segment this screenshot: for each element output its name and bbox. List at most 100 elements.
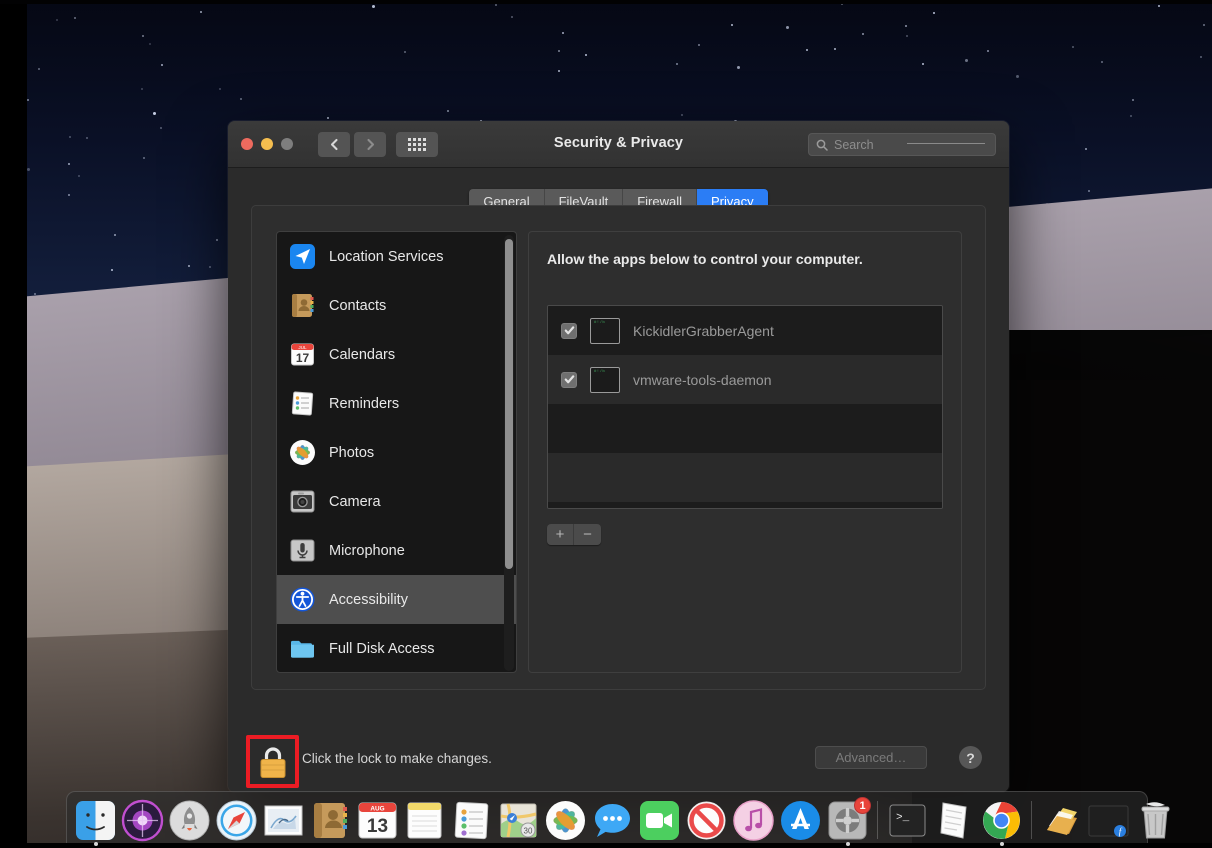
app-row[interactable]: #!/bvmware-tools-daemon xyxy=(548,355,942,404)
sidebar-item-label: Microphone xyxy=(329,543,405,559)
add-app-button[interactable]: + xyxy=(547,524,574,545)
dock-item-itunes[interactable] xyxy=(731,798,776,843)
dock-item-trash[interactable] xyxy=(1133,798,1178,843)
star xyxy=(1132,99,1134,101)
dock-item-launchpad[interactable] xyxy=(167,798,212,843)
star xyxy=(69,136,71,138)
star xyxy=(447,110,449,112)
sidebar-item-label: Location Services xyxy=(329,249,443,265)
star xyxy=(558,50,560,52)
dock-item-contacts[interactable] xyxy=(308,798,353,843)
star xyxy=(68,163,70,165)
star xyxy=(327,117,329,119)
star xyxy=(240,98,242,100)
app-icon-text: #!/b xyxy=(594,321,619,326)
dock-item-photos[interactable] xyxy=(543,798,588,843)
star xyxy=(143,157,145,159)
app-name: vmware-tools-daemon xyxy=(633,372,772,388)
sidebar-item-reminders[interactable]: Reminders xyxy=(277,379,516,428)
lock-button[interactable] xyxy=(256,744,290,780)
sidebar-item-label: Calendars xyxy=(329,347,395,363)
app-row-empty xyxy=(548,502,942,509)
sidebar-item-contacts[interactable]: Contacts xyxy=(277,281,516,330)
full-disk-access-icon xyxy=(289,635,316,662)
dock-item-facetime[interactable] xyxy=(637,798,682,843)
privacy-category-sidebar[interactable]: Location Services Contacts JUL 17Calenda… xyxy=(276,231,517,673)
star xyxy=(681,114,683,116)
dock-item-mail[interactable] xyxy=(261,798,306,843)
sidebar-item-photos[interactable]: Photos xyxy=(277,428,516,477)
star xyxy=(965,59,968,62)
sidebar-item-full-disk-access[interactable]: Full Disk Access xyxy=(277,624,516,673)
dock-item-messages[interactable] xyxy=(590,798,635,843)
accessibility-detail-pane: Allow the apps below to control your com… xyxy=(528,231,962,673)
sidebar-item-label: Camera xyxy=(329,494,381,510)
sidebar-item-label: Photos xyxy=(329,445,374,461)
star xyxy=(372,5,375,8)
star xyxy=(74,17,76,19)
contacts-icon xyxy=(289,292,316,319)
allowed-apps-list[interactable]: #!/bKickidlerGrabberAgent#!/bvmware-tool… xyxy=(547,305,943,509)
search-input[interactable] xyxy=(834,138,995,152)
star xyxy=(404,51,406,53)
star xyxy=(1200,56,1202,58)
app-row-empty xyxy=(548,453,942,502)
dock-item-reminders[interactable] xyxy=(449,798,494,843)
window-titlebar[interactable]: Security & Privacy xyxy=(228,121,1009,168)
advanced-button[interactable]: Advanced… xyxy=(815,746,927,769)
dock-item-siri[interactable] xyxy=(120,798,165,843)
star xyxy=(698,44,700,46)
dock-item-app-store[interactable] xyxy=(778,798,823,843)
screen-top-bezel xyxy=(0,0,1212,4)
star xyxy=(1130,115,1132,117)
dock-item-finder[interactable] xyxy=(73,798,118,843)
dock-item-downloads-folder[interactable] xyxy=(1039,798,1084,843)
sidebar-item-label: Full Disk Access xyxy=(329,641,435,657)
star xyxy=(933,12,935,14)
camera-icon xyxy=(289,488,316,515)
dock-item-google-chrome[interactable] xyxy=(979,798,1024,843)
star xyxy=(987,50,989,52)
dock-item-safari[interactable] xyxy=(214,798,259,843)
window-footer: Click the lock to make changes. Advanced… xyxy=(228,721,1009,791)
star xyxy=(511,16,513,18)
dock-item-calendar[interactable]: AUG 13 xyxy=(355,798,400,843)
sidebar-item-location-services[interactable]: Location Services xyxy=(277,232,516,281)
star xyxy=(149,43,151,45)
star xyxy=(216,239,218,241)
dock-item-maps[interactable]: 30 xyxy=(496,798,541,843)
star xyxy=(905,25,907,27)
app-row[interactable]: #!/bKickidlerGrabberAgent xyxy=(548,306,942,355)
search-field[interactable] xyxy=(808,133,996,156)
app-checkbox[interactable] xyxy=(561,323,577,339)
sidebar-item-label: Contacts xyxy=(329,298,386,314)
security-privacy-window: Security & Privacy GeneralFileVaultFirew… xyxy=(228,121,1009,792)
dock-separator xyxy=(877,801,878,839)
dock-item-system-preferences[interactable]: 1 xyxy=(825,798,870,843)
star xyxy=(111,269,113,271)
star xyxy=(1101,61,1103,63)
remove-app-button[interactable]: − xyxy=(574,524,601,545)
star xyxy=(737,66,740,69)
dock-item-notes[interactable] xyxy=(402,798,447,843)
lock-hint-text: Click the lock to make changes. xyxy=(302,751,492,766)
svg-text:17: 17 xyxy=(296,351,310,365)
sidebar-item-calendars[interactable]: JUL 17Calendars xyxy=(277,330,516,379)
star xyxy=(862,33,864,35)
sidebar-scrollbar-thumb[interactable] xyxy=(505,239,513,569)
dock-item-restricted[interactable] xyxy=(684,798,729,843)
sidebar-item-label: Reminders xyxy=(329,396,399,412)
star xyxy=(27,99,29,101)
dock-item-terminal[interactable]: >_ xyxy=(885,798,930,843)
star xyxy=(141,88,143,90)
sidebar-item-microphone[interactable]: Microphone xyxy=(277,526,516,575)
sidebar-item-camera[interactable]: Camera xyxy=(277,477,516,526)
dock-item-window-thumbnail[interactable]: f xyxy=(1086,798,1131,843)
app-checkbox[interactable] xyxy=(561,372,577,388)
star xyxy=(114,234,116,236)
star xyxy=(806,49,808,51)
help-button[interactable]: ? xyxy=(959,746,982,769)
sidebar-item-accessibility[interactable]: Accessibility xyxy=(277,575,516,624)
dock-item-textedit[interactable] xyxy=(932,798,977,843)
dock[interactable]: AUG 13 30 xyxy=(66,791,1148,843)
